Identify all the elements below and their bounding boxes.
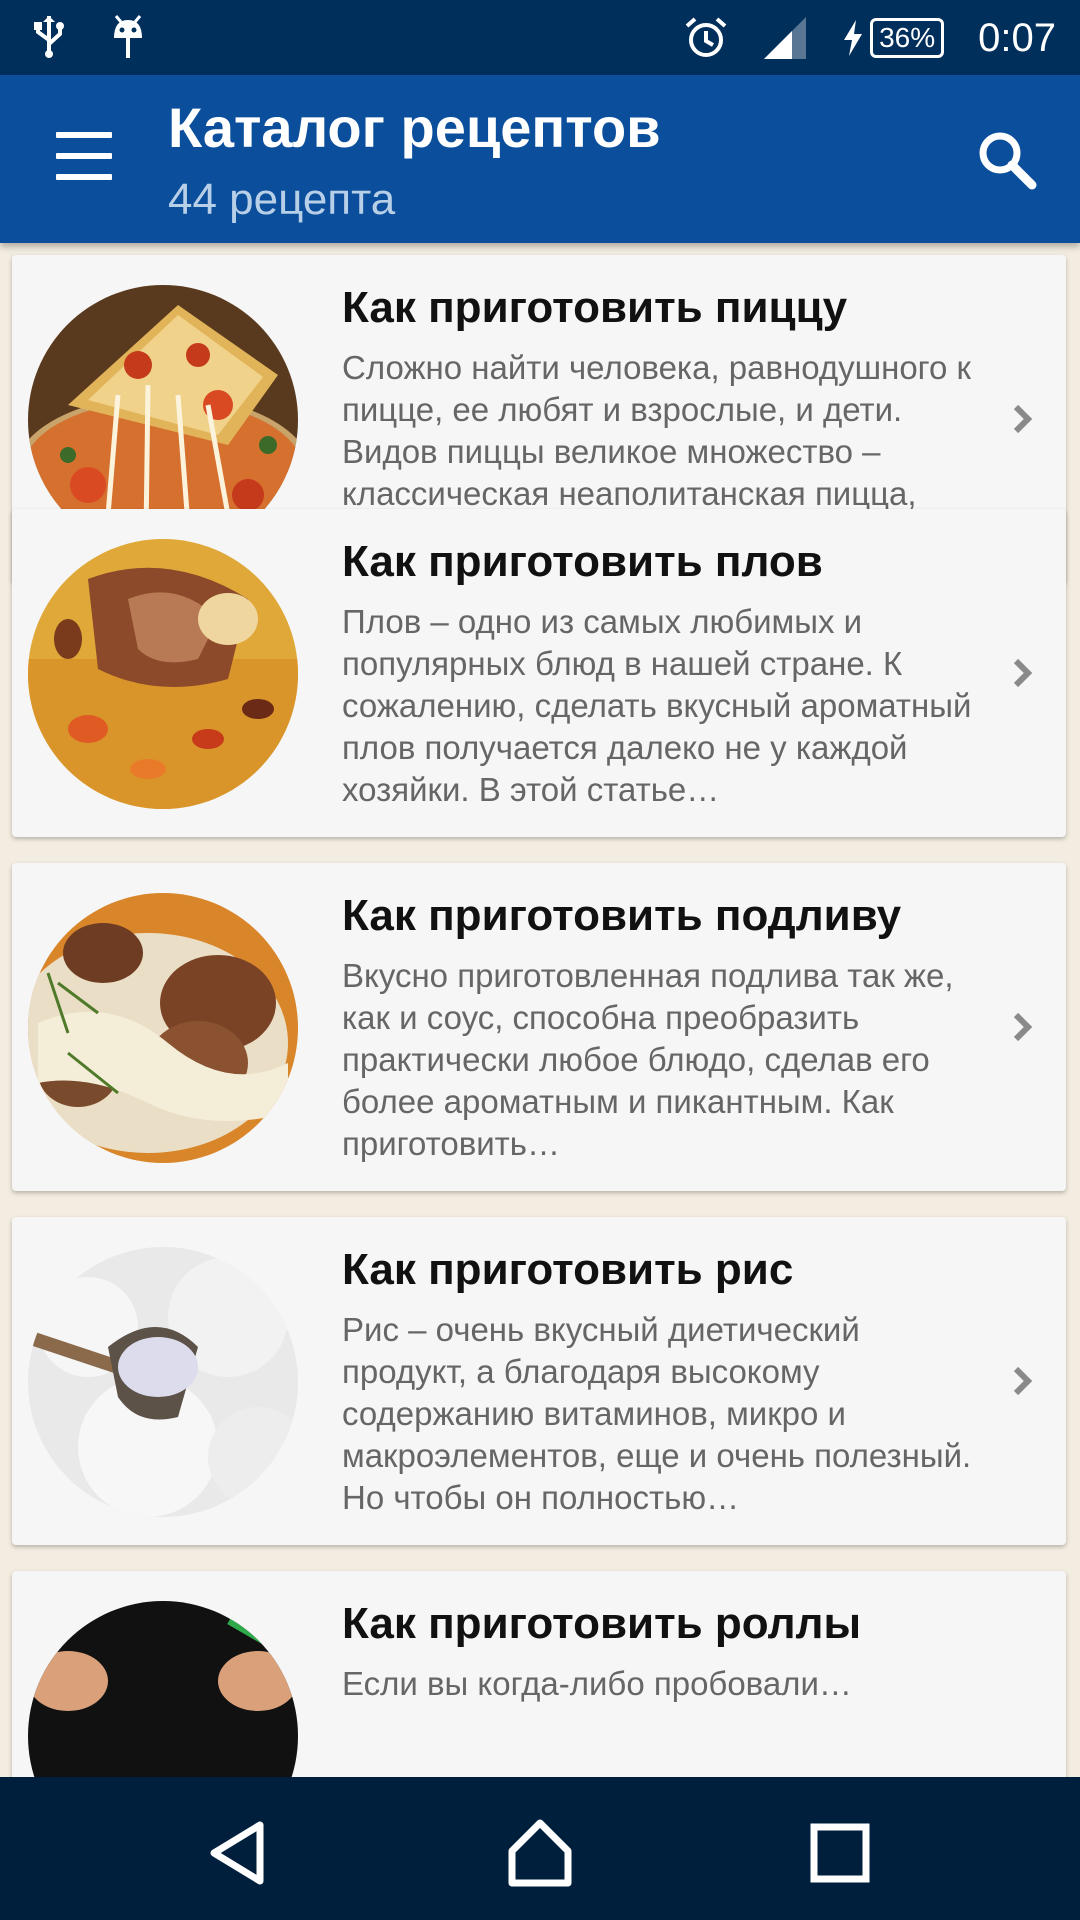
recipe-description: Вкусно приготовленная подлива так же, ка… (342, 957, 954, 1162)
battery-indicator: 36% (842, 18, 945, 58)
chevron-right-icon (1013, 658, 1033, 688)
recipe-title: Как приготовить роллы (342, 1599, 862, 1648)
home-icon[interactable] (500, 1813, 580, 1893)
signal-icon (764, 17, 807, 59)
recipe-card-pilaf[interactable]: Как приготовить плов Плов – одно из самы… (12, 509, 1066, 837)
recipe-title: Как приготовить подливу (342, 891, 902, 940)
hamburger-menu-icon[interactable] (44, 130, 114, 182)
gravy-image (28, 893, 298, 1163)
status-bar: 36% 0:07 (0, 0, 1080, 75)
battery-icon: 36% (870, 18, 945, 58)
app-bar: Каталог рецептов 44 рецепта (0, 75, 1080, 243)
back-icon[interactable] (200, 1813, 280, 1893)
rice-image (28, 1247, 298, 1517)
recipe-count: 44 рецепта (168, 175, 396, 224)
recipe-card-rice[interactable]: Как приготовить рис Рис – очень вкусный … (12, 1217, 1066, 1545)
rolls-image (28, 1601, 298, 1777)
chevron-right-icon (1013, 1012, 1033, 1042)
chevron-right-icon (1013, 404, 1033, 434)
page-title: Каталог рецептов (168, 96, 661, 159)
chevron-right-icon (1013, 1366, 1033, 1396)
pilaf-image (28, 539, 298, 809)
recents-icon[interactable] (800, 1813, 880, 1893)
recipe-card-gravy[interactable]: Как приготовить подливу Вкусно приготовл… (12, 863, 1066, 1191)
search-icon[interactable] (974, 127, 1040, 193)
recipe-title: Как приготовить пиццу (342, 283, 848, 332)
android-debug-icon (114, 15, 142, 58)
recipe-description: Плов – одно из самых любимых и популярны… (342, 603, 972, 808)
charging-icon (844, 20, 863, 56)
recipe-description: Рис – очень вкусный диетический продукт,… (342, 1311, 972, 1516)
recipe-description: Если вы когда-либо пробовали… (342, 1665, 852, 1702)
usb-icon (34, 16, 64, 58)
recipe-title: Как приготовить плов (342, 537, 823, 586)
recipe-title: Как приготовить рис (342, 1245, 794, 1294)
alarm-icon (685, 17, 727, 57)
recipe-card-rolls[interactable]: Как приготовить роллы Если вы когда-либо… (12, 1571, 1066, 1777)
clock: 0:07 (978, 15, 1056, 60)
recipe-list[interactable]: Как приготовить пиццу Сложно найти челов… (0, 243, 1080, 1777)
navigation-bar (0, 1777, 1080, 1920)
